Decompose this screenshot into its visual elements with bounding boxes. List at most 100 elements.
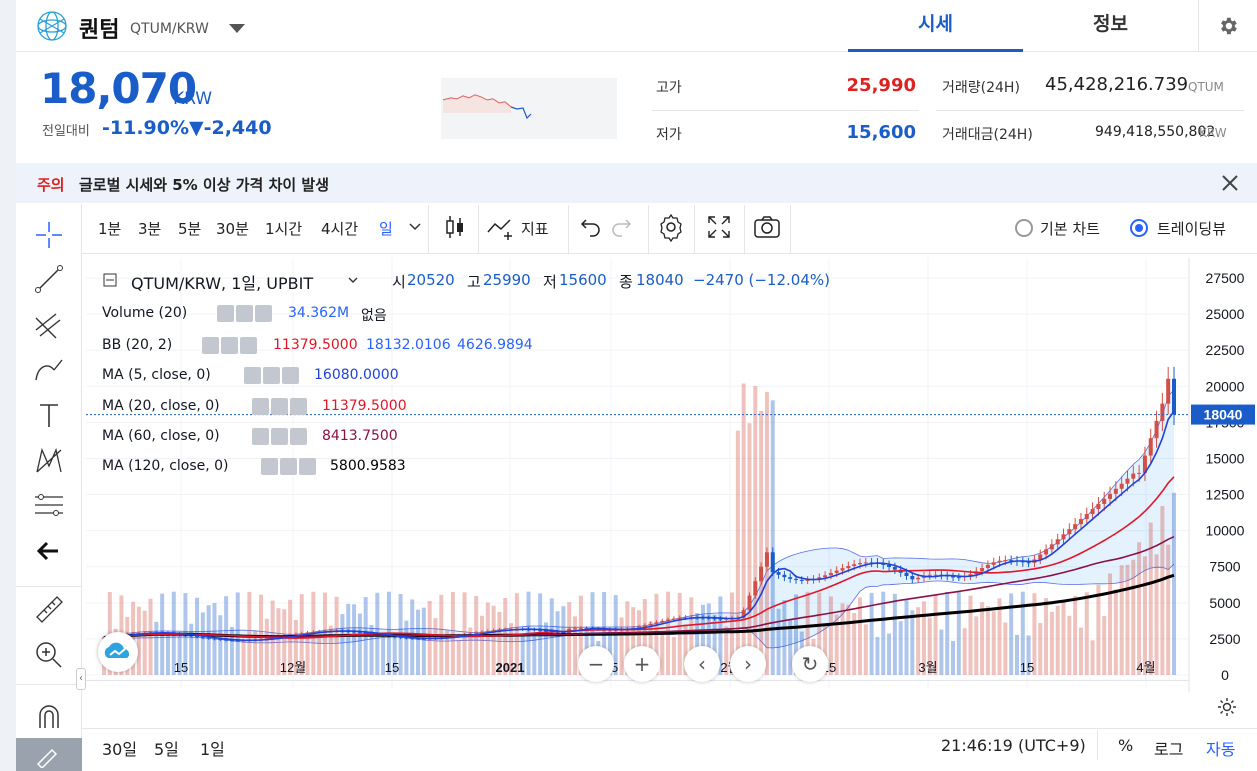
text-tool-icon[interactable] bbox=[32, 398, 66, 432]
chevron-down-icon[interactable] bbox=[408, 222, 422, 232]
interval-day[interactable]: 일 bbox=[379, 218, 393, 239]
tradingview-radio[interactable] bbox=[1130, 219, 1148, 237]
price-chart[interactable]: 2750025000225002000017500150001250010000… bbox=[86, 258, 1257, 692]
volume-bar bbox=[904, 599, 909, 675]
pattern-icon[interactable] bbox=[32, 444, 66, 478]
candle-body bbox=[857, 563, 862, 565]
volume-bar bbox=[567, 602, 572, 675]
ruler-icon[interactable] bbox=[32, 592, 66, 626]
redo-icon[interactable] bbox=[608, 212, 638, 242]
fullscreen-icon[interactable] bbox=[704, 212, 734, 242]
interval-5m[interactable]: 5분 bbox=[178, 218, 201, 239]
zoom-in-button[interactable]: + bbox=[624, 646, 660, 682]
interval-1h[interactable]: 1시간 bbox=[265, 218, 302, 239]
auto-toggle[interactable]: 자동 bbox=[1206, 736, 1235, 760]
candle-body bbox=[840, 568, 845, 571]
legend-controls[interactable] bbox=[261, 458, 316, 475]
legend-volume: Volume (20) bbox=[102, 305, 188, 321]
divider bbox=[936, 110, 1244, 111]
volume-bar bbox=[404, 620, 409, 675]
tab-quote[interactable]: 시세 bbox=[848, 0, 1023, 52]
volume-bar bbox=[1067, 615, 1072, 675]
zoom-out-button[interactable]: − bbox=[578, 646, 614, 682]
candle-body bbox=[823, 575, 828, 578]
indicator-icon[interactable] bbox=[486, 212, 516, 242]
volume-bar bbox=[485, 602, 490, 675]
volume-bar bbox=[1073, 595, 1078, 675]
interval-1m[interactable]: 1분 bbox=[98, 218, 121, 239]
camera-icon[interactable] bbox=[752, 212, 782, 242]
volume-bar bbox=[1014, 634, 1019, 675]
interval-4h[interactable]: 4시간 bbox=[321, 218, 358, 239]
candle-body bbox=[671, 618, 676, 620]
indicator-button[interactable]: 지표 bbox=[521, 218, 549, 239]
range-1d[interactable]: 1일 bbox=[200, 736, 225, 760]
candle-body bbox=[799, 579, 804, 581]
volume-bar bbox=[619, 617, 624, 675]
tradingview-logo[interactable] bbox=[98, 632, 138, 672]
volume-unit: QTUM bbox=[1188, 80, 1224, 94]
percent-toggle[interactable]: % bbox=[1118, 736, 1133, 755]
volume-bar bbox=[1113, 589, 1118, 675]
crosshair-icon[interactable] bbox=[32, 218, 66, 252]
lock-drawings-button[interactable] bbox=[16, 738, 82, 771]
interval-3m[interactable]: 3분 bbox=[138, 218, 161, 239]
scroll-right-button[interactable]: › bbox=[730, 646, 766, 682]
chevron-down-icon[interactable] bbox=[347, 276, 359, 284]
log-toggle[interactable]: 로그 bbox=[1154, 736, 1183, 760]
volume-bar bbox=[206, 605, 211, 675]
volume-bar bbox=[991, 611, 996, 675]
candle-body bbox=[916, 577, 921, 580]
range-5d[interactable]: 5일 bbox=[154, 736, 179, 760]
legend-controls[interactable] bbox=[252, 398, 307, 415]
candle-body bbox=[677, 617, 682, 619]
pitchfork-icon[interactable] bbox=[32, 308, 66, 342]
legend-controls[interactable] bbox=[217, 305, 272, 322]
trendline-icon[interactable] bbox=[32, 262, 66, 296]
volume-bar bbox=[951, 640, 956, 675]
candle-body bbox=[654, 622, 659, 624]
legend-controls[interactable] bbox=[252, 428, 307, 445]
chart-settings-icon[interactable] bbox=[656, 212, 686, 242]
legend-controls[interactable] bbox=[202, 337, 257, 354]
candle-body bbox=[1172, 378, 1176, 415]
zoom-in-icon[interactable] bbox=[32, 638, 66, 672]
volume-value: 45,428,216.739 bbox=[1045, 74, 1189, 95]
legend-controls[interactable] bbox=[244, 367, 299, 384]
fib-icon[interactable] bbox=[32, 488, 66, 522]
volume-label: 거래량(24H) bbox=[942, 80, 1020, 96]
candle-body bbox=[753, 581, 758, 596]
volume-bar bbox=[154, 621, 159, 675]
legend-volume-value: 34.362M bbox=[288, 305, 350, 321]
volume-bar bbox=[241, 639, 246, 675]
amount-label: 거래대금(24H) bbox=[942, 127, 1033, 143]
coin-dropdown-icon[interactable] bbox=[229, 24, 245, 33]
collapse-legend-icon[interactable] bbox=[103, 273, 117, 287]
back-arrow-icon[interactable] bbox=[32, 534, 66, 568]
volume-bar bbox=[357, 613, 362, 675]
legend-bb: BB (20, 2) bbox=[102, 337, 173, 353]
candle-body bbox=[648, 623, 653, 626]
volume-bar bbox=[968, 595, 973, 675]
reset-chart-button[interactable]: ↻ bbox=[792, 646, 828, 682]
brush-icon[interactable] bbox=[32, 352, 66, 386]
candle-type-icon[interactable] bbox=[440, 212, 470, 242]
undo-icon[interactable] bbox=[574, 212, 604, 242]
expand-toolbar-handle[interactable]: ‹ bbox=[76, 668, 86, 690]
tab-info[interactable]: 정보 bbox=[1023, 0, 1198, 52]
volume-bar bbox=[956, 592, 961, 675]
interval-30m[interactable]: 30분 bbox=[216, 218, 249, 239]
divider bbox=[694, 205, 695, 253]
volume-bar bbox=[218, 615, 223, 675]
range-30d[interactable]: 30일 bbox=[102, 736, 137, 760]
magnet-icon[interactable] bbox=[32, 700, 66, 734]
volume-bar bbox=[259, 594, 264, 675]
close-icon[interactable] bbox=[1219, 172, 1241, 194]
settings-button[interactable] bbox=[1198, 0, 1257, 52]
legend-ma20: MA (20, close, 0) bbox=[102, 398, 220, 414]
basic-chart-radio[interactable] bbox=[1015, 219, 1033, 237]
candle-body bbox=[834, 570, 839, 573]
scroll-left-button[interactable]: ‹ bbox=[684, 646, 720, 682]
axis-settings-icon[interactable] bbox=[1216, 696, 1238, 718]
candle-body bbox=[1078, 519, 1083, 525]
